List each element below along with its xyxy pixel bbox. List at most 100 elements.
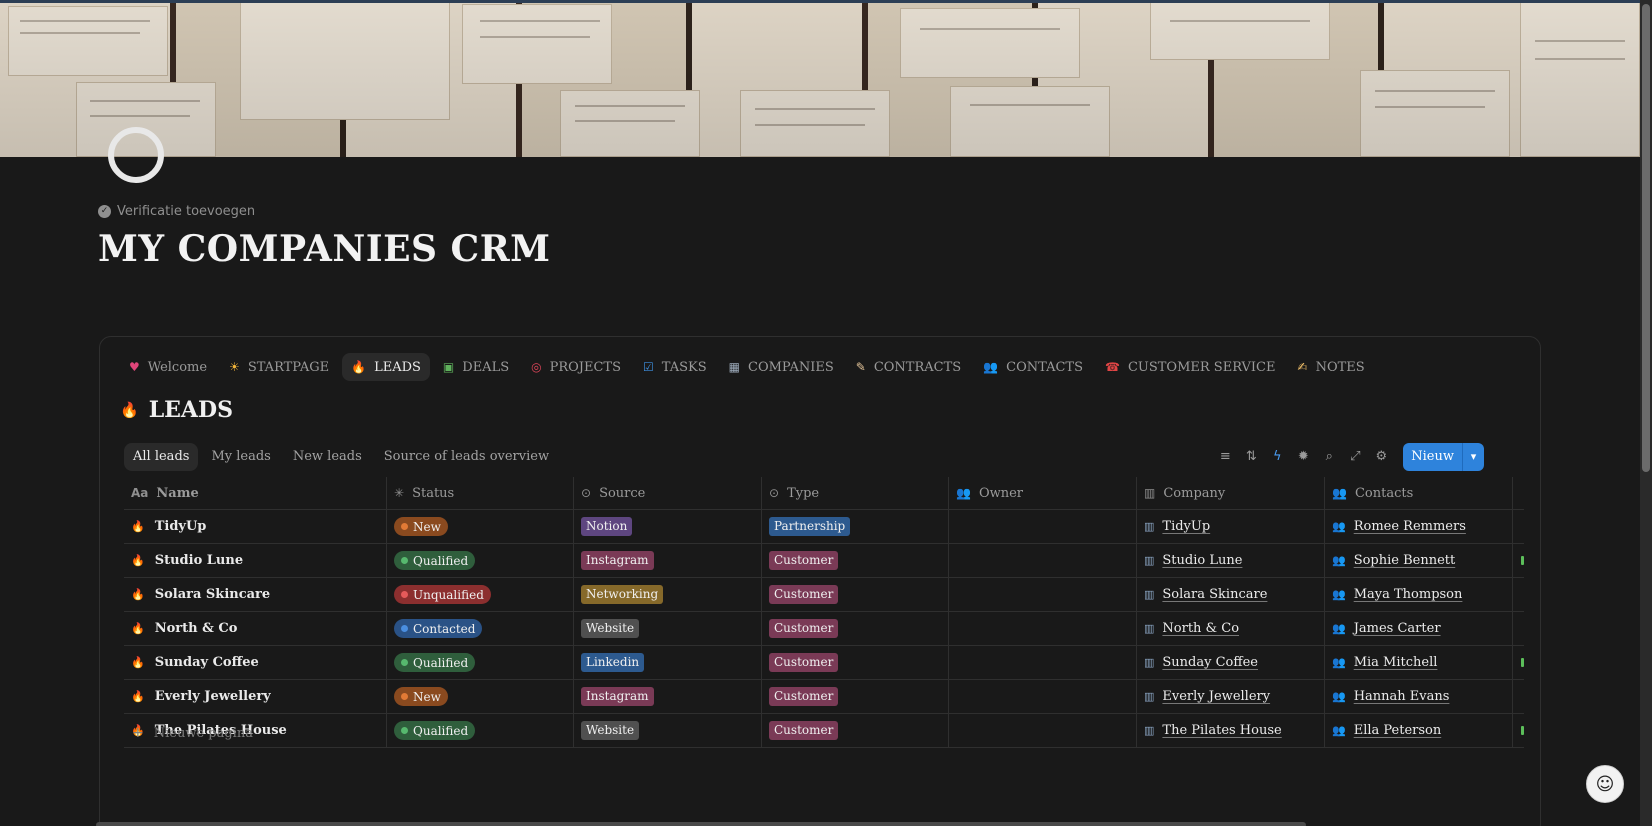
contacts-cell[interactable]: 👥 Maya Thompson <box>1325 578 1513 611</box>
page-icon[interactable] <box>108 127 164 183</box>
column-header-source[interactable]: ⊙ Source <box>574 477 762 509</box>
company-cell[interactable]: ▥ The Pilates House <box>1137 714 1325 747</box>
filter-icon[interactable]: ≡ <box>1215 443 1235 471</box>
company-link[interactable]: Studio Lune <box>1162 553 1242 568</box>
status-cell[interactable]: New <box>387 510 574 543</box>
vertical-scrollbar[interactable] <box>1640 0 1652 826</box>
name-cell[interactable]: 🔥 North & Co <box>124 612 387 645</box>
new-page-button[interactable]: + Nieuwe pagina <box>124 725 253 741</box>
lead-name[interactable]: North & Co <box>155 621 238 636</box>
source-cell[interactable]: Website <box>574 714 762 747</box>
table-row[interactable]: 🔥 Solara Skincare Unqualified Networking Cus… <box>124 578 1524 612</box>
company-link[interactable]: The Pilates House <box>1162 723 1281 738</box>
owner-cell[interactable] <box>949 714 1137 747</box>
overflow-cell[interactable] <box>1513 544 1524 577</box>
tab-deals[interactable]: ▣ DEALS <box>434 353 518 381</box>
table-row[interactable]: 🔥 Studio Lune Qualified Instagram Customer ▥ S… <box>124 544 1524 578</box>
contacts-cell[interactable]: 👥 Romee Remmers <box>1325 510 1513 543</box>
company-cell[interactable]: ▥ TidyUp <box>1137 510 1325 543</box>
table-row[interactable]: 🔥 The Pilates House Qualified Website Custom… <box>124 714 1524 748</box>
tab-contacts[interactable]: 👥 CONTACTS <box>974 353 1092 381</box>
lead-name[interactable]: Solara Skincare <box>155 587 270 602</box>
source-cell[interactable]: Instagram <box>574 680 762 713</box>
company-link[interactable]: Solara Skincare <box>1162 587 1267 602</box>
tab-leads[interactable]: 🔥 LEADS <box>342 353 430 381</box>
name-cell[interactable]: 🔥 Studio Lune <box>124 544 387 577</box>
search-icon[interactable]: ⌕ <box>1319 443 1339 471</box>
company-cell[interactable]: ▥ Everly Jewellery <box>1137 680 1325 713</box>
help-avatar-button[interactable]: ☺ <box>1586 765 1624 803</box>
table-row[interactable]: 🔥 Sunday Coffee Qualified Linkedin Customer ▥… <box>124 646 1524 680</box>
contacts-cell[interactable]: 👥 Hannah Evans <box>1325 680 1513 713</box>
source-cell[interactable]: Website <box>574 612 762 645</box>
new-button[interactable]: Nieuw ▾ <box>1403 443 1484 471</box>
view-tab-all-leads[interactable]: All leads <box>124 443 199 471</box>
overflow-cell[interactable] <box>1513 612 1524 645</box>
type-cell[interactable]: Partnership <box>762 510 949 543</box>
add-verification[interactable]: ✓ Verificatie toevoegen <box>98 204 255 219</box>
name-cell[interactable]: 🔥 Solara Skincare <box>124 578 387 611</box>
type-cell[interactable]: Customer <box>762 612 949 645</box>
source-cell[interactable]: Instagram <box>574 544 762 577</box>
view-tab-new-leads[interactable]: New leads <box>284 443 371 471</box>
company-link[interactable]: TidyUp <box>1162 519 1210 534</box>
overflow-cell[interactable] <box>1513 646 1524 679</box>
contact-link[interactable]: Mia Mitchell <box>1354 655 1438 670</box>
owner-cell[interactable] <box>949 646 1137 679</box>
contact-link[interactable]: Maya Thompson <box>1354 587 1463 602</box>
type-cell[interactable]: Customer <box>762 578 949 611</box>
view-tab-my-leads[interactable]: My leads <box>202 443 279 471</box>
company-cell[interactable]: ▥ Solara Skincare <box>1137 578 1325 611</box>
company-cell[interactable]: ▥ Studio Lune <box>1137 544 1325 577</box>
type-cell[interactable]: Customer <box>762 646 949 679</box>
overflow-cell[interactable] <box>1513 680 1524 713</box>
lead-name[interactable]: Studio Lune <box>155 553 243 568</box>
status-cell[interactable]: Qualified <box>387 544 574 577</box>
source-cell[interactable]: Notion <box>574 510 762 543</box>
company-link[interactable]: Sunday Coffee <box>1162 655 1258 670</box>
source-cell[interactable]: Linkedin <box>574 646 762 679</box>
tab-customer-service[interactable]: ☎ CUSTOMER SERVICE <box>1096 353 1285 381</box>
source-cell[interactable]: Networking <box>574 578 762 611</box>
name-cell[interactable]: 🔥 TidyUp <box>124 510 387 543</box>
status-cell[interactable]: Qualified <box>387 714 574 747</box>
tab-startpage[interactable]: ☀ STARTPAGE <box>220 353 338 381</box>
owner-cell[interactable] <box>949 680 1137 713</box>
contacts-cell[interactable]: 👥 Sophie Bennett <box>1325 544 1513 577</box>
company-link[interactable]: North & Co <box>1162 621 1239 636</box>
column-header-status[interactable]: ✳ Status <box>387 477 574 509</box>
overflow-cell[interactable] <box>1513 510 1524 543</box>
new-button-label[interactable]: Nieuw <box>1403 443 1462 471</box>
type-cell[interactable]: Customer <box>762 544 949 577</box>
tab-welcome[interactable]: ♥ Welcome <box>120 353 216 381</box>
overflow-cell[interactable] <box>1513 578 1524 611</box>
lead-name[interactable]: Everly Jewellery <box>155 689 271 704</box>
scrollbar-thumb[interactable] <box>1642 4 1650 472</box>
owner-cell[interactable] <box>949 578 1137 611</box>
lead-name[interactable]: TidyUp <box>155 519 207 534</box>
table-row[interactable]: 🔥 North & Co Contacted Website Customer ▥ Nort… <box>124 612 1524 646</box>
overflow-cell[interactable] <box>1513 714 1524 747</box>
sort-icon[interactable]: ⇅ <box>1241 443 1261 471</box>
column-header-company[interactable]: ▥ Company <box>1137 477 1325 509</box>
horizontal-scrollbar[interactable] <box>96 822 1306 826</box>
contact-link[interactable]: Romee Remmers <box>1354 519 1466 534</box>
type-cell[interactable]: Customer <box>762 680 949 713</box>
contacts-cell[interactable]: 👥 James Carter <box>1325 612 1513 645</box>
tab-companies[interactable]: ▦ COMPANIES <box>720 353 843 381</box>
company-cell[interactable]: ▥ North & Co <box>1137 612 1325 645</box>
tab-notes[interactable]: ✍ NOTES <box>1289 353 1374 381</box>
column-header-name[interactable]: Aa Name <box>124 477 387 509</box>
status-cell[interactable]: Unqualified <box>387 578 574 611</box>
company-link[interactable]: Everly Jewellery <box>1162 689 1270 704</box>
owner-cell[interactable] <box>949 544 1137 577</box>
status-cell[interactable]: Qualified <box>387 646 574 679</box>
view-tab-source-of-leads-overview[interactable]: Source of leads overview <box>375 443 558 471</box>
ai-icon[interactable]: ✹ <box>1293 443 1313 471</box>
status-cell[interactable]: Contacted <box>387 612 574 645</box>
name-cell[interactable]: 🔥 Sunday Coffee <box>124 646 387 679</box>
contact-link[interactable]: Hannah Evans <box>1354 689 1450 704</box>
expand-icon[interactable]: ⤢ <box>1345 443 1365 471</box>
column-header-type[interactable]: ⊙ Type <box>762 477 949 509</box>
status-cell[interactable]: New <box>387 680 574 713</box>
